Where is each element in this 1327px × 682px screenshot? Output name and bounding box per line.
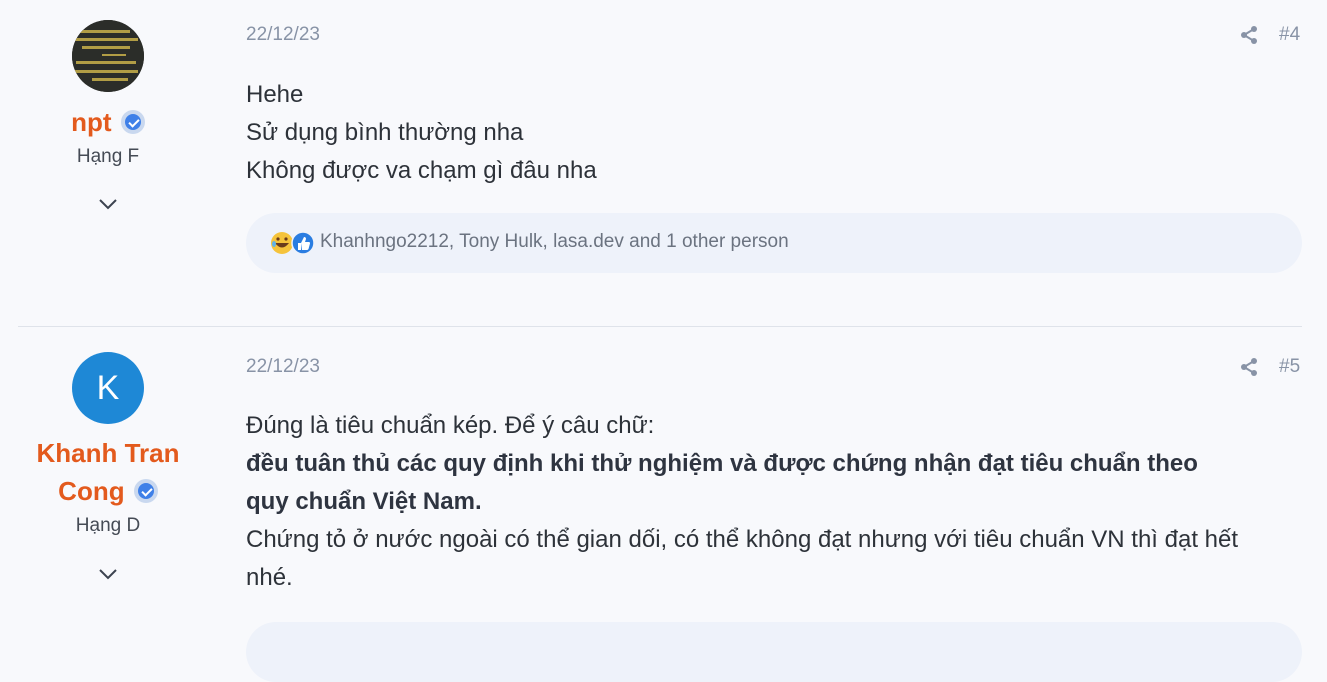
user-rank: Hạng D bbox=[75, 515, 141, 536]
post-text-line: nhé. bbox=[246, 564, 293, 591]
user-rank: Hạng F bbox=[76, 146, 140, 167]
post-text-line: Hehe bbox=[246, 81, 304, 108]
post-text-line: Đúng là tiêu chuẩn kép. Để ý câu chữ: bbox=[246, 412, 655, 439]
like-icon bbox=[291, 231, 315, 255]
share-icon[interactable] bbox=[1239, 25, 1259, 45]
reaction-icons bbox=[271, 231, 315, 255]
chevron-down-icon[interactable] bbox=[98, 564, 118, 584]
username-link[interactable]: npt bbox=[71, 107, 111, 137]
post-bold-text: quy chuẩn Việt Nam. bbox=[246, 488, 482, 515]
post-body: Hehe Sử dụng bình thường nha Không được … bbox=[246, 76, 1306, 190]
laugh-emoji-icon bbox=[271, 232, 293, 254]
post-date[interactable]: 22/12/23 bbox=[246, 24, 320, 46]
post-text-line: Không được va chạm gì đâu nha bbox=[246, 157, 597, 184]
post-5: K Khanh Tran Cong Hạng D 22/12/23 #5 Đún… bbox=[18, 326, 1302, 682]
reactions-bar[interactable] bbox=[246, 622, 1302, 682]
reactions-bar[interactable]: Khanhngo2212, Tony Hulk, lasa.dev and 1 … bbox=[246, 213, 1302, 273]
avatar[interactable] bbox=[72, 20, 144, 92]
post-bold-text: đều tuân thủ các quy định khi thử nghiệm… bbox=[246, 450, 1198, 477]
verified-badge-icon bbox=[120, 110, 145, 134]
username-line1[interactable]: Khanh Tran bbox=[36, 438, 179, 468]
post-4: npt Hạng F 22/12/23 #4 Hehe Sử dụng bình… bbox=[18, 0, 1302, 326]
chevron-down-icon[interactable] bbox=[98, 194, 118, 214]
post-number[interactable]: #5 bbox=[1279, 356, 1300, 378]
reactions-text[interactable]: Khanhngo2212, Tony Hulk, lasa.dev and 1 … bbox=[320, 231, 789, 253]
post-body: Đúng là tiêu chuẩn kép. Để ý câu chữ: đề… bbox=[246, 407, 1306, 597]
post-date[interactable]: 22/12/23 bbox=[246, 356, 320, 378]
share-icon[interactable] bbox=[1239, 357, 1259, 377]
verified-badge-icon bbox=[133, 479, 158, 503]
username-line2[interactable]: Cong bbox=[58, 476, 124, 506]
post-text-line: Chứng tỏ ở nước ngoài có thể gian dối, c… bbox=[246, 526, 1239, 553]
username[interactable]: npt bbox=[18, 103, 198, 141]
avatar[interactable]: K bbox=[72, 352, 144, 424]
post-text-line: Sử dụng bình thường nha bbox=[246, 119, 524, 146]
username[interactable]: Khanh Tran Cong bbox=[18, 434, 198, 510]
post-number[interactable]: #4 bbox=[1279, 24, 1300, 46]
